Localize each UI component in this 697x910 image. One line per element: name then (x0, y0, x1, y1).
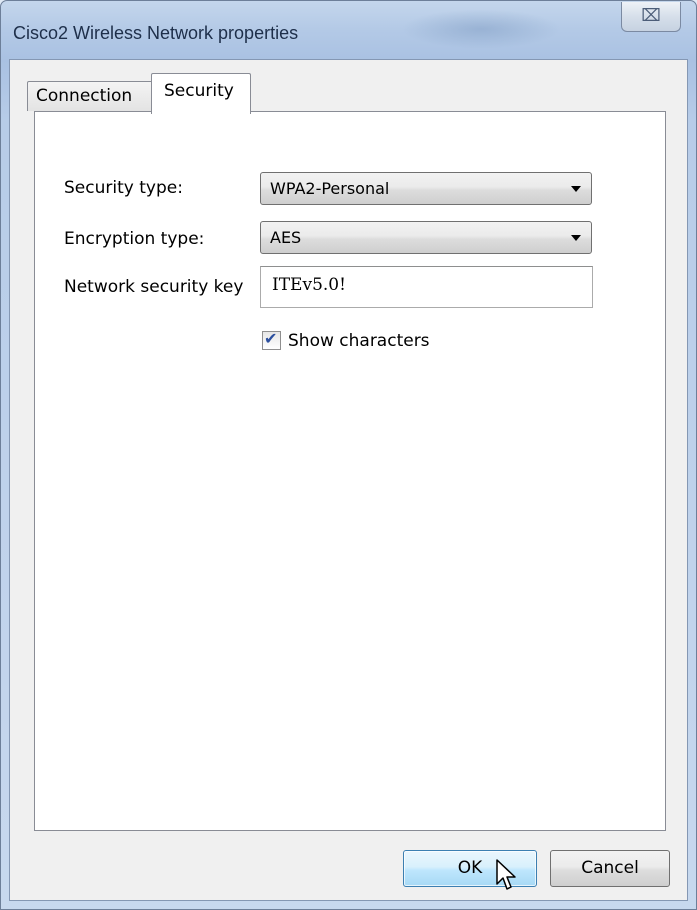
dropdown-arrow-icon (571, 186, 581, 192)
panel-content: Security type: WPA2-Personal Encryption … (1, 1, 696, 909)
network-security-key-label: Network security key (64, 277, 244, 297)
show-characters-checkbox[interactable]: ✔ (262, 329, 281, 350)
security-type-label: Security type: (64, 178, 183, 198)
encryption-type-dropdown[interactable]: AES (260, 221, 592, 254)
dropdown-arrow-icon (571, 235, 581, 241)
encryption-type-value: AES (270, 228, 302, 247)
encryption-type-label: Encryption type: (64, 229, 205, 249)
show-characters-label[interactable]: Show characters (288, 331, 430, 351)
dialog-window: Cisco2 Wireless Network properties ⌧ Con… (0, 0, 697, 910)
network-security-key-input[interactable]: ITEv5.0! (260, 266, 593, 308)
security-type-value: WPA2-Personal (270, 179, 390, 198)
security-type-dropdown[interactable]: WPA2-Personal (260, 172, 592, 205)
mouse-cursor-icon (496, 859, 516, 890)
checkmark-icon: ✔ (264, 329, 278, 348)
